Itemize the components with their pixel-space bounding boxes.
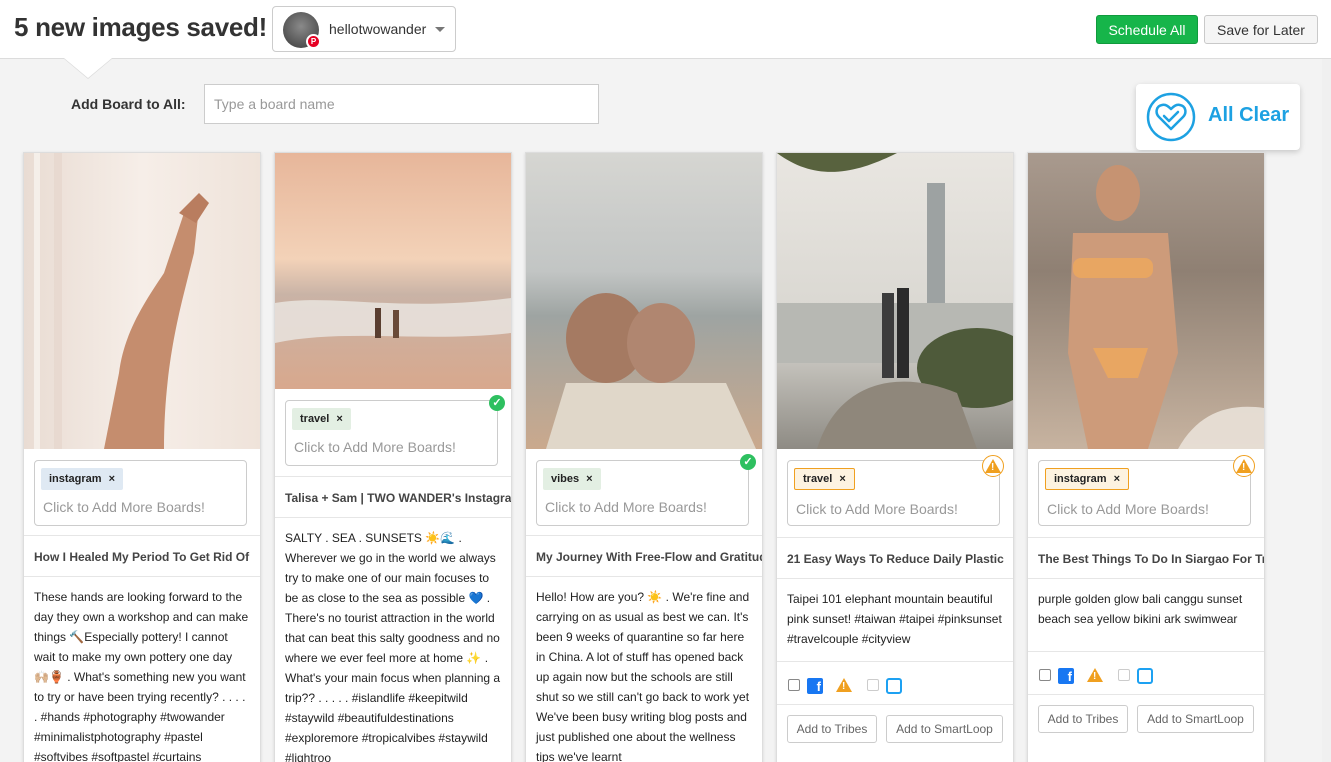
remove-tag-icon[interactable]: × <box>109 473 115 485</box>
facebook-checkbox[interactable] <box>1039 669 1051 681</box>
pin-card: travel × Click to Add More Boards! ! 21 E… <box>776 152 1014 762</box>
board-tag: instagram × <box>41 468 124 490</box>
remove-tag-icon[interactable]: × <box>336 413 342 425</box>
remove-tag-icon[interactable]: × <box>1114 473 1120 485</box>
all-clear-status: All Clear <box>1136 84 1300 150</box>
pin-card: instagram × Click to Add More Boards! How… <box>23 152 261 762</box>
pin-card: travel × Click to Add More Boards! ✓ Tali… <box>274 152 512 762</box>
pin-card: vibes × Click to Add More Boards! ✓ My Jo… <box>525 152 763 762</box>
twitter-icon <box>1137 668 1153 684</box>
pin-description[interactable]: Hello! How are you? ☀️ . We're fine and … <box>526 587 762 762</box>
board-tag: instagram × <box>1045 468 1130 490</box>
add-more-boards[interactable]: Click to Add More Boards! <box>43 499 205 515</box>
pin-description[interactable]: Taipei 101 elephant mountain beautiful p… <box>777 589 1013 649</box>
social-share-row: f ! <box>777 661 1013 705</box>
board-tag: vibes × <box>543 468 601 490</box>
board-selector[interactable]: travel × Click to Add More Boards! <box>285 400 498 466</box>
warning-icon: ! <box>1233 455 1255 477</box>
scrollbar[interactable] <box>1322 59 1331 762</box>
twitter-checkbox[interactable] <box>1118 669 1130 681</box>
all-clear-label: All Clear <box>1208 104 1290 126</box>
add-more-boards[interactable]: Click to Add More Boards! <box>294 439 456 455</box>
account-selector[interactable]: P hellotwowander <box>272 6 456 52</box>
facebook-icon: f <box>1058 668 1074 684</box>
add-more-boards[interactable]: Click to Add More Boards! <box>545 499 707 515</box>
pin-description[interactable]: These hands are looking forward to the d… <box>24 587 260 762</box>
schedule-all-button[interactable]: Schedule All <box>1096 15 1198 44</box>
warning-icon: ! <box>1087 668 1103 682</box>
add-more-boards[interactable]: Click to Add More Boards! <box>796 501 958 517</box>
board-selector[interactable]: travel × Click to Add More Boards! <box>787 460 1000 526</box>
board-selector[interactable]: vibes × Click to Add More Boards! <box>536 460 749 526</box>
pin-description[interactable]: SALTY . SEA . SUNSETS ☀️🌊 . Wherever we … <box>275 528 511 762</box>
check-icon: ✓ <box>740 454 756 470</box>
pin-description[interactable]: purple golden glow bali canggu sunset be… <box>1028 589 1264 629</box>
pin-title[interactable]: Talisa + Sam | TWO WANDER's Instagram <box>275 476 511 518</box>
twitter-icon <box>886 678 902 694</box>
remove-tag-icon[interactable]: × <box>839 473 845 485</box>
twitter-checkbox[interactable] <box>867 679 879 691</box>
pin-title[interactable]: The Best Things To Do In Siargao For Tra… <box>1028 537 1264 579</box>
board-selector[interactable]: instagram × Click to Add More Boards! <box>1038 460 1251 526</box>
facebook-checkbox[interactable] <box>788 679 800 691</box>
pin-title[interactable]: How I Healed My Period To Get Rid Of <box>24 535 260 577</box>
account-name: hellotwowander <box>329 21 427 37</box>
pin-card: instagram × Click to Add More Boards! ! T… <box>1027 152 1265 762</box>
social-share-row: f ! <box>1028 651 1264 695</box>
add-board-label: Add Board to All: <box>71 96 186 112</box>
add-to-smartloop-button[interactable]: Add to SmartLoop <box>1137 705 1254 733</box>
save-for-later-button[interactable]: Save for Later <box>1204 15 1318 44</box>
pin-image[interactable] <box>526 153 762 449</box>
header-pointer <box>64 58 112 78</box>
pin-image[interactable] <box>24 153 260 449</box>
pin-image[interactable] <box>1028 153 1264 449</box>
facebook-icon: f <box>807 678 823 694</box>
board-tag: travel × <box>794 468 855 490</box>
warning-icon: ! <box>836 678 852 692</box>
board-tag: travel × <box>292 408 351 430</box>
pin-image[interactable] <box>777 153 1013 449</box>
top-bar: 5 new images saved! P hellotwowander Sch… <box>0 0 1331 59</box>
pinterest-icon: P <box>306 34 321 49</box>
board-selector[interactable]: instagram × Click to Add More Boards! <box>34 460 247 526</box>
warning-icon: ! <box>982 455 1004 477</box>
add-to-smartloop-button[interactable]: Add to SmartLoop <box>886 715 1003 743</box>
add-to-tribes-button[interactable]: Add to Tribes <box>787 715 877 743</box>
add-board-input[interactable] <box>204 84 599 124</box>
heart-check-icon <box>1146 92 1196 142</box>
add-to-tribes-button[interactable]: Add to Tribes <box>1038 705 1128 733</box>
pin-title[interactable]: 21 Easy Ways To Reduce Daily Plastic <box>777 537 1013 579</box>
page-title: 5 new images saved! <box>14 12 267 42</box>
pin-title[interactable]: My Journey With Free-Flow and Gratitude <box>526 535 762 577</box>
add-more-boards[interactable]: Click to Add More Boards! <box>1047 501 1209 517</box>
check-icon: ✓ <box>489 395 505 411</box>
pin-image[interactable] <box>275 153 511 389</box>
chevron-down-icon <box>435 27 445 32</box>
remove-tag-icon[interactable]: × <box>586 473 592 485</box>
